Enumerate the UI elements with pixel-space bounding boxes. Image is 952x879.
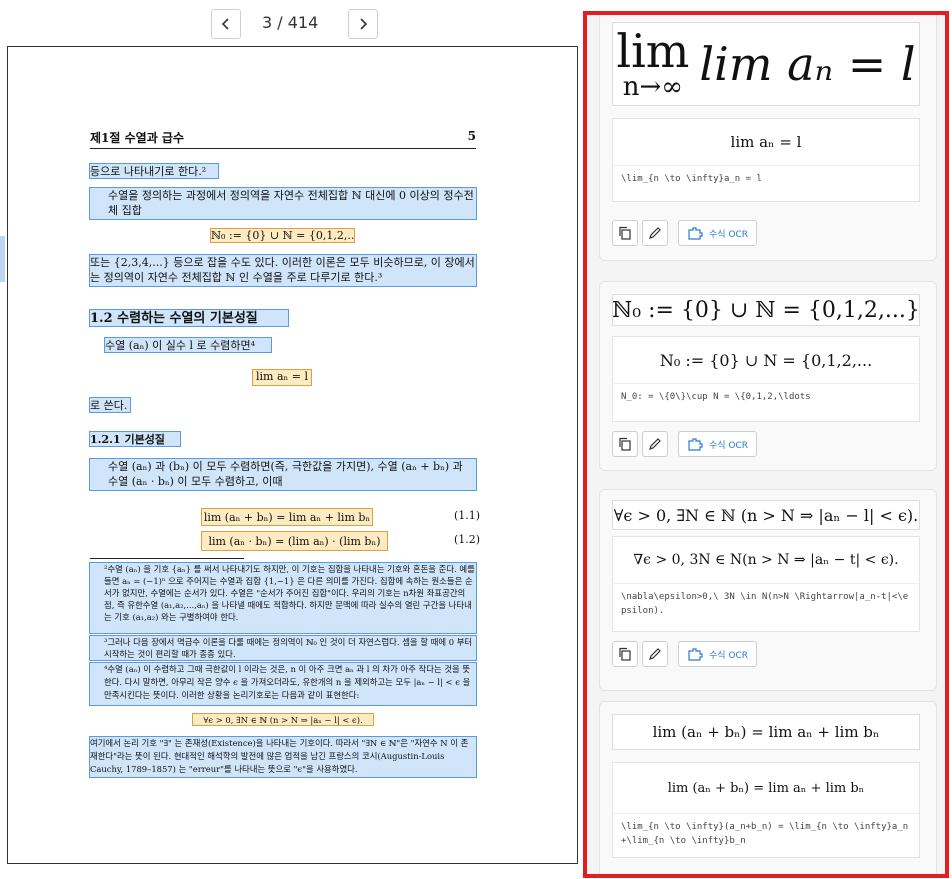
formula-ocr-button[interactable]: 수식 OCR bbox=[678, 641, 758, 667]
text-block[interactable]: 수열을 정의하는 과정에서 정의역을 자연수 전체집합 ℕ 대신에 0 이상의 … bbox=[89, 187, 477, 220]
formula-block[interactable]: lim aₙ = l bbox=[252, 369, 312, 386]
formula-card: ∀ϵ > 0, ∃N ∈ ℕ (n > N ⇒ |aₙ − l| < ϵ). ∇… bbox=[599, 489, 937, 691]
document-page: 제1절 수열과 급수 5 등으로 나타내기로 한다.² 수열을 정의하는 과정에… bbox=[7, 46, 578, 864]
rendered-formula-box: lim (aₙ + bₙ) = lim aₙ + lim bₙ \lim_{n … bbox=[612, 762, 920, 858]
card-toolbar: 수식 OCR bbox=[612, 220, 758, 246]
formula-image-text: lim (aₙ + bₙ) = lim aₙ + lim bₙ bbox=[652, 723, 880, 741]
footnote[interactable]: ²수열 (aₙ) 을 기호 {aₙ} 를 써서 나타내기도 하지만, 이 기호는… bbox=[89, 562, 477, 634]
equation-number: (1.1) bbox=[454, 509, 481, 522]
edit-button[interactable] bbox=[642, 641, 668, 667]
ocr-label: 수식 OCR bbox=[709, 440, 749, 451]
pencil-icon bbox=[649, 648, 661, 660]
formula-card: lim (aₙ + bₙ) = lim aₙ + lim bₙ lim (aₙ … bbox=[599, 701, 937, 874]
latex-source[interactable]: \lim_{n \to \infty}(a_n+b_n) = \lim_{n \… bbox=[613, 813, 919, 854]
latex-source[interactable]: \lim_{n \to \infty}a_n = l bbox=[613, 165, 919, 192]
formula-image: lim n→∞ lim aₙ = l bbox=[612, 22, 920, 106]
ocr-label: 수식 OCR bbox=[709, 229, 749, 240]
ocr-label: 수식 OCR bbox=[709, 650, 749, 661]
copy-button[interactable] bbox=[612, 220, 638, 246]
viewer-toolbar: 3 / 414 bbox=[0, 0, 585, 46]
page-number: 5 bbox=[467, 129, 476, 143]
edit-button[interactable] bbox=[642, 220, 668, 246]
copy-icon bbox=[619, 437, 631, 451]
subsection-heading[interactable]: 1.2.1 기본성질 bbox=[89, 431, 181, 447]
puzzle-icon bbox=[688, 438, 703, 451]
formula-card: lim n→∞ lim aₙ = l lim aₙ = l \lim_{n \to… bbox=[599, 15, 937, 261]
formula-image: lim (aₙ + bₙ) = lim aₙ + lim bₙ bbox=[612, 714, 920, 750]
rendered-formula: N₀ := {0} ∪ N = {0,1,2,... bbox=[659, 350, 873, 370]
limit-operator: lim n→∞ bbox=[616, 24, 690, 102]
latex-source[interactable]: \nabla\epsilon>0,\ 3N \in N(n>N \Rightar… bbox=[613, 583, 919, 624]
equation-number: (1.2) bbox=[454, 533, 481, 546]
copy-icon bbox=[619, 647, 631, 661]
page-header: 제1절 수열과 급수 5 bbox=[90, 129, 476, 149]
chevron-right-icon bbox=[360, 18, 368, 30]
footnote[interactable]: ⁴수열 (aₙ) 이 수렴하고 그때 극한값이 l 이라는 것은, n 이 아주… bbox=[89, 662, 477, 706]
prev-page-button[interactable] bbox=[211, 9, 241, 39]
next-page-button[interactable] bbox=[348, 9, 378, 39]
formula-block[interactable]: lim (aₙ + bₙ) = lim aₙ + lim bₙ bbox=[201, 508, 373, 526]
text-block[interactable]: 수열 (aₙ) 과 (bₙ) 이 모두 수렴하면(즉, 극한값을 가지면), 수… bbox=[89, 458, 477, 491]
card-toolbar: 수식 OCR bbox=[612, 431, 758, 457]
text-block[interactable]: 등으로 나타내기로 한다.² bbox=[89, 163, 219, 179]
latex-source[interactable]: N_0: = \{0\}\cup N = \{0,1,2,\ldots bbox=[613, 383, 919, 410]
formula-ocr-button[interactable]: 수식 OCR bbox=[678, 220, 758, 246]
edit-button[interactable] bbox=[642, 431, 668, 457]
side-tab-indicator bbox=[0, 236, 5, 282]
formula-ocr-panel: lim n→∞ lim aₙ = l lim aₙ = l \lim_{n \to… bbox=[583, 11, 949, 878]
formula-image-text: lim aₙ = l bbox=[699, 37, 916, 91]
formula-block[interactable]: lim (aₙ · bₙ) = (lim aₙ) · (lim bₙ) bbox=[201, 531, 388, 551]
formula-card: ℕ₀ := {0} ∪ ℕ = {0,1,2,...} N₀ := {0} ∪ … bbox=[599, 281, 937, 471]
rendered-formula: lim (aₙ + bₙ) = lim aₙ + lim bₙ bbox=[667, 780, 865, 796]
pencil-icon bbox=[649, 227, 661, 239]
limit-subscript: n→∞ bbox=[622, 72, 683, 102]
section-heading[interactable]: 1.2 수렴하는 수열의 기본성질 bbox=[89, 309, 289, 327]
copy-button[interactable] bbox=[612, 431, 638, 457]
chapter-title: 제1절 수열과 급수 bbox=[90, 131, 184, 145]
formula-ocr-button[interactable]: 수식 OCR bbox=[678, 431, 758, 457]
rendered-formula: ∇ϵ > 0, 3N ∈ N(n > N ⇒ |aₙ − t| < ϵ). bbox=[633, 552, 899, 568]
rendered-formula: lim aₙ = l bbox=[730, 133, 802, 151]
page-indicator: 3 / 414 bbox=[262, 13, 319, 32]
text-block[interactable]: 또는 {2,3,4,...} 등으로 잡을 수도 있다. 이러한 이론은 모두 … bbox=[89, 254, 477, 287]
text-block[interactable]: 수열 (aₙ) 이 실수 l 로 수렴하면⁴ bbox=[104, 337, 272, 353]
pencil-icon bbox=[649, 438, 661, 450]
formula-image: ℕ₀ := {0} ∪ ℕ = {0,1,2,...} bbox=[612, 294, 920, 326]
puzzle-icon bbox=[688, 648, 703, 661]
formula-image: ∀ϵ > 0, ∃N ∈ ℕ (n > N ⇒ |aₙ − l| < ϵ). bbox=[612, 500, 920, 530]
rendered-formula-box: lim aₙ = l \lim_{n \to \infty}a_n = l bbox=[612, 118, 920, 202]
footnote[interactable]: ³그러나 다음 장에서 멱급수 이론을 다룰 때에는 정의역이 ℕ₀ 인 것이 … bbox=[89, 635, 477, 661]
rendered-formula-box: N₀ := {0} ∪ N = {0,1,2,... N_0: = \{0\}\… bbox=[612, 336, 920, 422]
formula-block[interactable]: ℕ₀ := {0} ∪ ℕ = {0,1,2,...} bbox=[210, 228, 355, 243]
puzzle-icon bbox=[688, 227, 703, 240]
text-block[interactable]: 로 쓴다. bbox=[89, 397, 131, 413]
copy-button[interactable] bbox=[612, 641, 638, 667]
footnote-divider bbox=[90, 558, 244, 559]
card-toolbar: 수식 OCR bbox=[612, 641, 758, 667]
copy-icon bbox=[619, 226, 631, 240]
footnote[interactable]: 여기에서 논리 기호 "∃" 는 존재성(Existence)을 나타내는 기호… bbox=[89, 736, 477, 778]
formula-block[interactable]: ∀ϵ > 0, ∃N ∈ ℕ (n > N ⇒ |aₙ − l| < ϵ). bbox=[192, 713, 374, 726]
chevron-left-icon bbox=[221, 18, 229, 30]
rendered-formula-box: ∇ϵ > 0, 3N ∈ N(n > N ⇒ |aₙ − t| < ϵ). \n… bbox=[612, 536, 920, 632]
